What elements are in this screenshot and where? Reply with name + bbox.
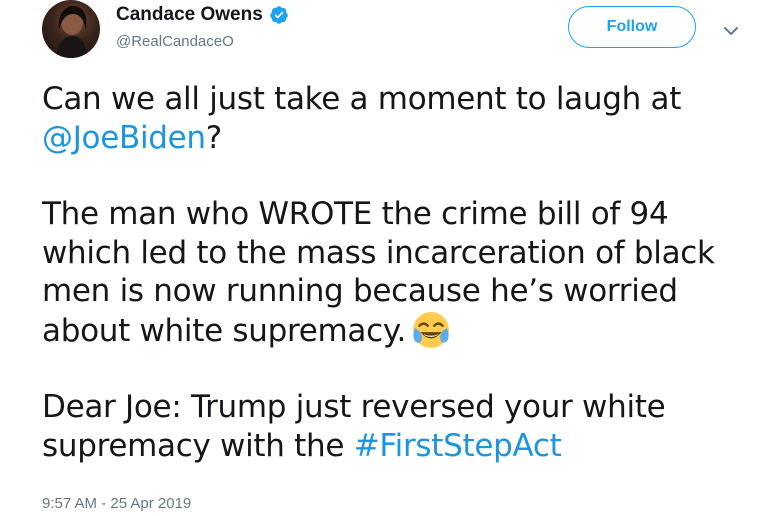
tweet-timestamp[interactable]: 9:57 AM - 25 Apr 2019: [42, 495, 191, 512]
author-handle[interactable]: @RealCandaceO: [116, 33, 289, 50]
tweet-paragraph-3: Dear Joe: Trump just reversed your white…: [42, 388, 742, 465]
tweet-paragraph-2-text: The man who WROTE the crime bill of 94 w…: [42, 196, 715, 349]
face-with-tears-of-joy-icon: [413, 311, 449, 348]
mention-link[interactable]: @JoeBiden: [42, 120, 206, 156]
question-mark: ?: [205, 119, 222, 156]
tweet-text: Can we all just take a moment to laugh a…: [42, 80, 742, 503]
verified-badge-icon: [270, 6, 288, 24]
avatar-image: [56, 6, 88, 58]
tweet-paragraph-1: Can we all just take a moment to laugh a…: [42, 80, 742, 157]
follow-button[interactable]: Follow: [568, 6, 696, 48]
hashtag-link[interactable]: #FirstStepAct: [354, 428, 562, 464]
author-info: Candace Owens @RealCandaceO: [116, 4, 289, 50]
avatar[interactable]: [42, 0, 100, 58]
display-name[interactable]: Candace Owens: [116, 4, 263, 26]
tweet-paragraph-2: The man who WROTE the crime bill of 94 w…: [42, 195, 742, 350]
tweet-card: Candace Owens @RealCandaceO Follow Can w…: [0, 0, 779, 516]
author-name-row: Candace Owens: [116, 4, 289, 26]
chevron-down-icon[interactable]: [722, 22, 740, 40]
tweet-line-1: Can we all just take a moment to laugh a…: [42, 81, 682, 117]
